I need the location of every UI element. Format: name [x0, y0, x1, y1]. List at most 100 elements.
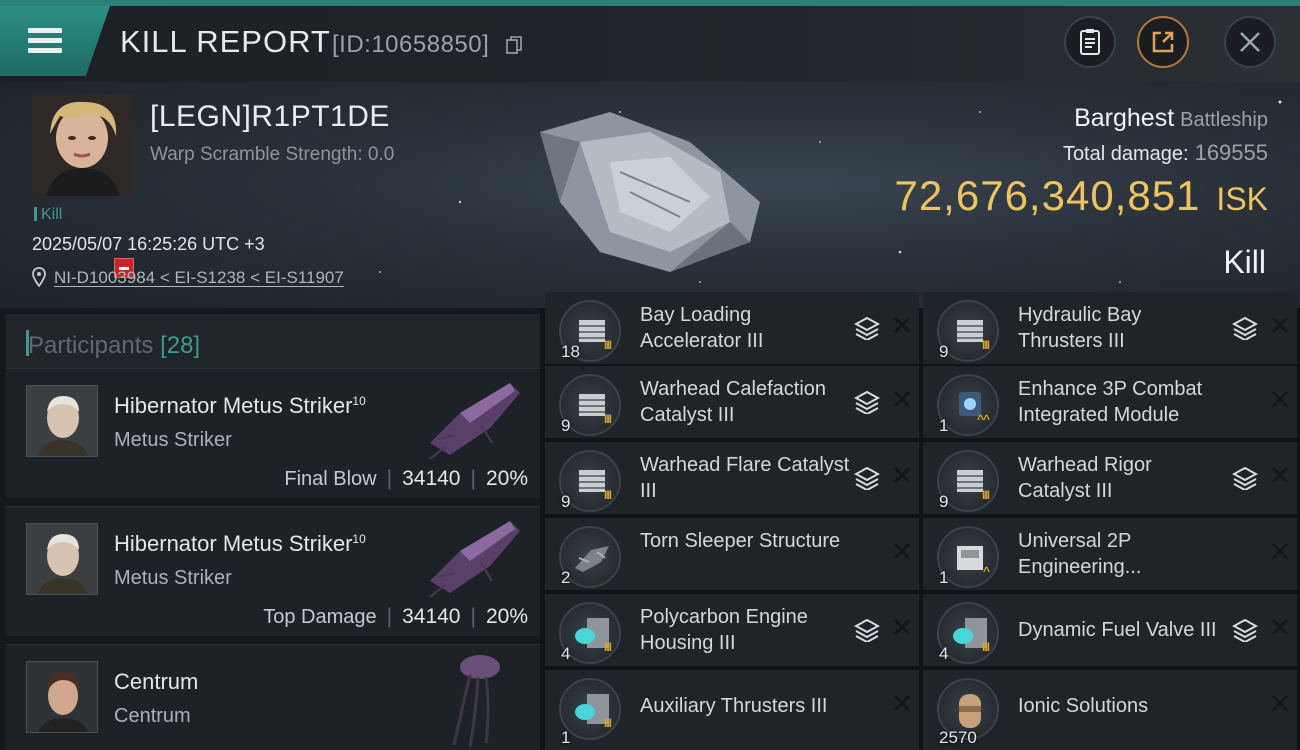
participants-panel: Participants [28] Hibernator Metus Strik… [0, 308, 540, 750]
close-button[interactable] [1224, 16, 1276, 68]
stat-label: Top Damage [263, 606, 377, 628]
result-label: Kill [1223, 244, 1266, 280]
close-icon[interactable] [893, 542, 911, 560]
stack-icon[interactable] [854, 466, 880, 490]
item-card[interactable]: III 1 Auxiliary Thrusters III [545, 670, 919, 750]
item-card[interactable]: III 9 Warhead Rigor Catalyst III [923, 442, 1297, 514]
item-card[interactable]: ^ 1 Universal 2P Engineering... [923, 518, 1297, 590]
stack-icon[interactable] [1232, 466, 1258, 490]
participants-header: Participants [28] [6, 314, 540, 372]
participant-row[interactable]: Hibernator Metus Striker10 Metus Striker… [6, 506, 540, 636]
item-card[interactable]: ^^ 1 Enhance 3P Combat Integrated Module [923, 366, 1297, 438]
participant-level: 10 [352, 394, 366, 408]
participant-name: Centrum [114, 669, 198, 695]
ship-name-text: Barghest [1074, 104, 1175, 132]
close-icon[interactable] [893, 390, 911, 408]
participant-stats: Top Damage | 34140 | 20% [263, 605, 528, 628]
item-card[interactable]: III 4 Polycarbon Engine Housing III [545, 594, 919, 666]
item-quantity: 9 [561, 492, 571, 511]
participant-name-text: Centrum [114, 669, 199, 694]
item-name: Warhead Rigor Catalyst III [1018, 454, 1152, 502]
participant-damage: 34140 [402, 605, 461, 628]
stack-icon[interactable] [1232, 316, 1258, 340]
item-name: Dynamic Fuel Valve III [1018, 619, 1217, 641]
ship-name[interactable]: Barghest Battleship [1074, 104, 1268, 133]
item-quantity: 9 [561, 416, 571, 435]
participant-ship: Metus Striker [114, 429, 232, 451]
participant-name-text: Hibernator Metus Striker [114, 393, 353, 418]
stat-label: Final Blow [284, 468, 377, 490]
item-card[interactable]: 2 Torn Sleeper Structure [545, 518, 919, 590]
stack-icon[interactable] [1232, 618, 1258, 642]
participant-row[interactable]: Centrum Centrum [6, 644, 540, 750]
total-damage-label: Total damage: [1062, 143, 1189, 165]
participant-name: Hibernator Metus Striker10 [114, 393, 366, 419]
item-name: Bay Loading Accelerator III [640, 304, 764, 352]
hamburger-icon [28, 28, 62, 54]
item-card[interactable]: III 9 Warhead Calefaction Catalyst III [545, 366, 919, 438]
item-card[interactable]: III 9 Warhead Flare Catalyst III [545, 442, 919, 514]
close-icon[interactable] [893, 316, 911, 334]
item-quantity: 1 [939, 416, 949, 435]
participant-avatar [26, 523, 98, 595]
item-name: Hydraulic Bay Thrusters III [1018, 304, 1142, 352]
close-icon[interactable] [1271, 542, 1289, 560]
item-card[interactable]: 2570 Ionic Solutions [923, 670, 1297, 750]
clipboard-button[interactable] [1064, 16, 1116, 68]
close-icon[interactable] [1271, 466, 1289, 484]
kill-tag: Kill [34, 206, 62, 224]
item-quantity: 2570 [939, 728, 977, 747]
participant-name-text: Hibernator Metus Striker [114, 531, 353, 556]
close-icon[interactable] [1271, 316, 1289, 334]
close-icon[interactable] [1271, 694, 1289, 712]
kill-summary-panel: [LEGN]R1PT1DE Warp Scramble Strength: 0.… [0, 82, 1300, 308]
clipboard-icon [1080, 29, 1100, 55]
item-quantity: 1 [939, 568, 949, 587]
report-id: [ID:10658850] [332, 31, 490, 58]
close-icon[interactable] [1271, 618, 1289, 636]
stack-icon[interactable] [854, 618, 880, 642]
stack-icon[interactable] [854, 316, 880, 340]
participant-ship: Metus Striker [114, 567, 232, 589]
item-quantity: 2 [561, 568, 571, 587]
item-name: Warhead Flare Catalyst III [640, 454, 850, 502]
item-quantity: 4 [561, 644, 571, 663]
total-damage-value: 169555 [1194, 140, 1268, 165]
participant-ship: Centrum [114, 705, 191, 727]
item-card[interactable]: III 4 Dynamic Fuel Valve III [923, 594, 1297, 666]
close-icon[interactable] [893, 694, 911, 712]
item-card[interactable]: III 9 Hydraulic Bay Thrusters III [923, 292, 1297, 364]
participant-percent: 20% [485, 605, 528, 628]
dropped-items-grid: III 18 Bay Loading Accelerator III III 9… [545, 292, 1300, 750]
participant-avatar [26, 661, 98, 733]
stack-icon[interactable] [854, 390, 880, 414]
item-name: Polycarbon Engine Housing III [640, 606, 808, 654]
close-icon[interactable] [893, 466, 911, 484]
menu-button[interactable] [0, 6, 110, 76]
participant-row[interactable]: Hibernator Metus Striker10 Metus Striker… [6, 368, 540, 498]
participant-name: Hibernator Metus Striker10 [114, 531, 366, 557]
item-card[interactable]: III 18 Bay Loading Accelerator III [545, 292, 919, 364]
warp-scramble-strength: Warp Scramble Strength: 0.0 [150, 144, 395, 165]
close-icon[interactable] [1271, 390, 1289, 408]
item-name: Torn Sleeper Structure [640, 530, 841, 552]
avatar [32, 94, 134, 196]
participant-ship-image [429, 521, 520, 598]
close-icon[interactable] [893, 618, 911, 636]
item-name: Auxiliary Thrusters III [640, 695, 828, 717]
victim-portrait[interactable] [32, 94, 134, 196]
item-name: Warhead Calefaction Catalyst III [640, 378, 827, 426]
location-link[interactable]: NI-D1003984 < EI-S1238 < EI-S11907 [54, 268, 344, 288]
participant-percent: 20% [485, 467, 528, 490]
participants-count: [28] [160, 332, 201, 359]
close-icon [1240, 32, 1260, 52]
copy-icon[interactable] [506, 36, 522, 54]
item-quantity: 9 [939, 342, 949, 361]
share-button[interactable] [1137, 16, 1189, 68]
participant-ship-image [452, 655, 500, 748]
item-name: Ionic Solutions [1018, 695, 1149, 717]
participant-stats: Final Blow | 34140 | 20% [284, 467, 528, 490]
item-quantity: 4 [939, 644, 949, 663]
victim-name[interactable]: [LEGN]R1PT1DE [150, 100, 390, 134]
participant-ship-image [429, 383, 520, 460]
